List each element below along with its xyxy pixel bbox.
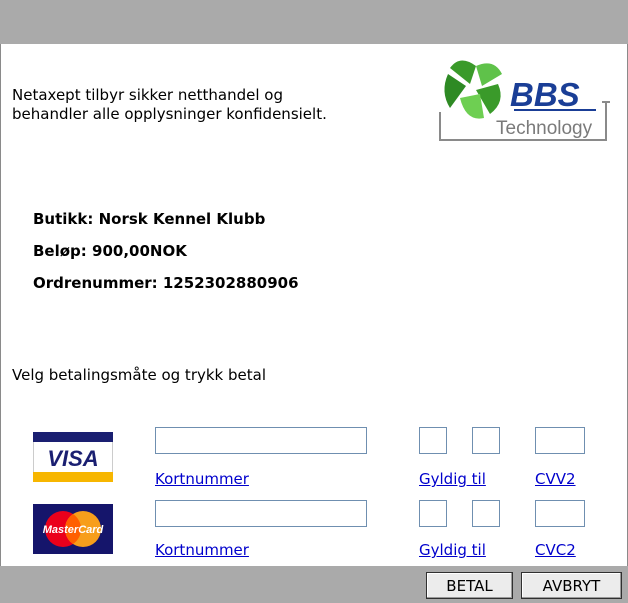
mastercard-cvc2-input[interactable] bbox=[535, 500, 585, 527]
cancel-button[interactable]: AVBRYT bbox=[521, 572, 622, 599]
intro-text: Netaxept tilbyr sikker netthandel og beh… bbox=[12, 86, 392, 124]
visa-card-number-link[interactable]: Kortnummer bbox=[155, 470, 249, 488]
visa-expiry-month-input[interactable] bbox=[419, 427, 447, 454]
order-number: Ordrenummer: 1252302880906 bbox=[33, 274, 299, 292]
visa-logo[interactable]: VISA bbox=[33, 432, 113, 482]
order-summary: Butikk: Norsk Kennel Klubb Beløp: 900,00… bbox=[33, 203, 299, 299]
visa-card-number-input[interactable] bbox=[155, 427, 367, 454]
instruction-text: Velg betalingsmåte og trykk betal bbox=[12, 366, 266, 384]
technology-text: Technology bbox=[496, 118, 593, 139]
mastercard-logo[interactable]: MasterCard bbox=[33, 504, 113, 554]
bbs-technology-logo: BBS Technology bbox=[436, 60, 610, 141]
mastercard-text: MasterCard bbox=[43, 524, 104, 536]
visa-text: VISA bbox=[47, 446, 98, 471]
mastercard-expiry-month-input[interactable] bbox=[419, 500, 447, 527]
mastercard-expiry-year-input[interactable] bbox=[472, 500, 500, 527]
bbs-brand-text: BBS bbox=[510, 76, 580, 113]
mastercard-valid-until-link[interactable]: Gyldig til bbox=[419, 541, 486, 559]
mastercard-card-number-input[interactable] bbox=[155, 500, 367, 527]
mastercard-cvc2-link[interactable]: CVC2 bbox=[535, 541, 576, 559]
top-bar bbox=[0, 0, 628, 44]
visa-cvv2-link[interactable]: CVV2 bbox=[535, 470, 576, 488]
amount: Beløp: 900,00NOK bbox=[33, 242, 187, 260]
visa-valid-until-link[interactable]: Gyldig til bbox=[419, 470, 486, 488]
intro-line-2: behandler alle opplysninger konfidensiel… bbox=[12, 105, 327, 123]
visa-cvv2-input[interactable] bbox=[535, 427, 585, 454]
visa-expiry-year-input[interactable] bbox=[472, 427, 500, 454]
mastercard-card-number-link[interactable]: Kortnummer bbox=[155, 541, 249, 559]
pay-button[interactable]: BETAL bbox=[426, 572, 513, 599]
intro-line-1: Netaxept tilbyr sikker netthandel og bbox=[12, 86, 283, 104]
shop-name: Butikk: Norsk Kennel Klubb bbox=[33, 210, 266, 228]
